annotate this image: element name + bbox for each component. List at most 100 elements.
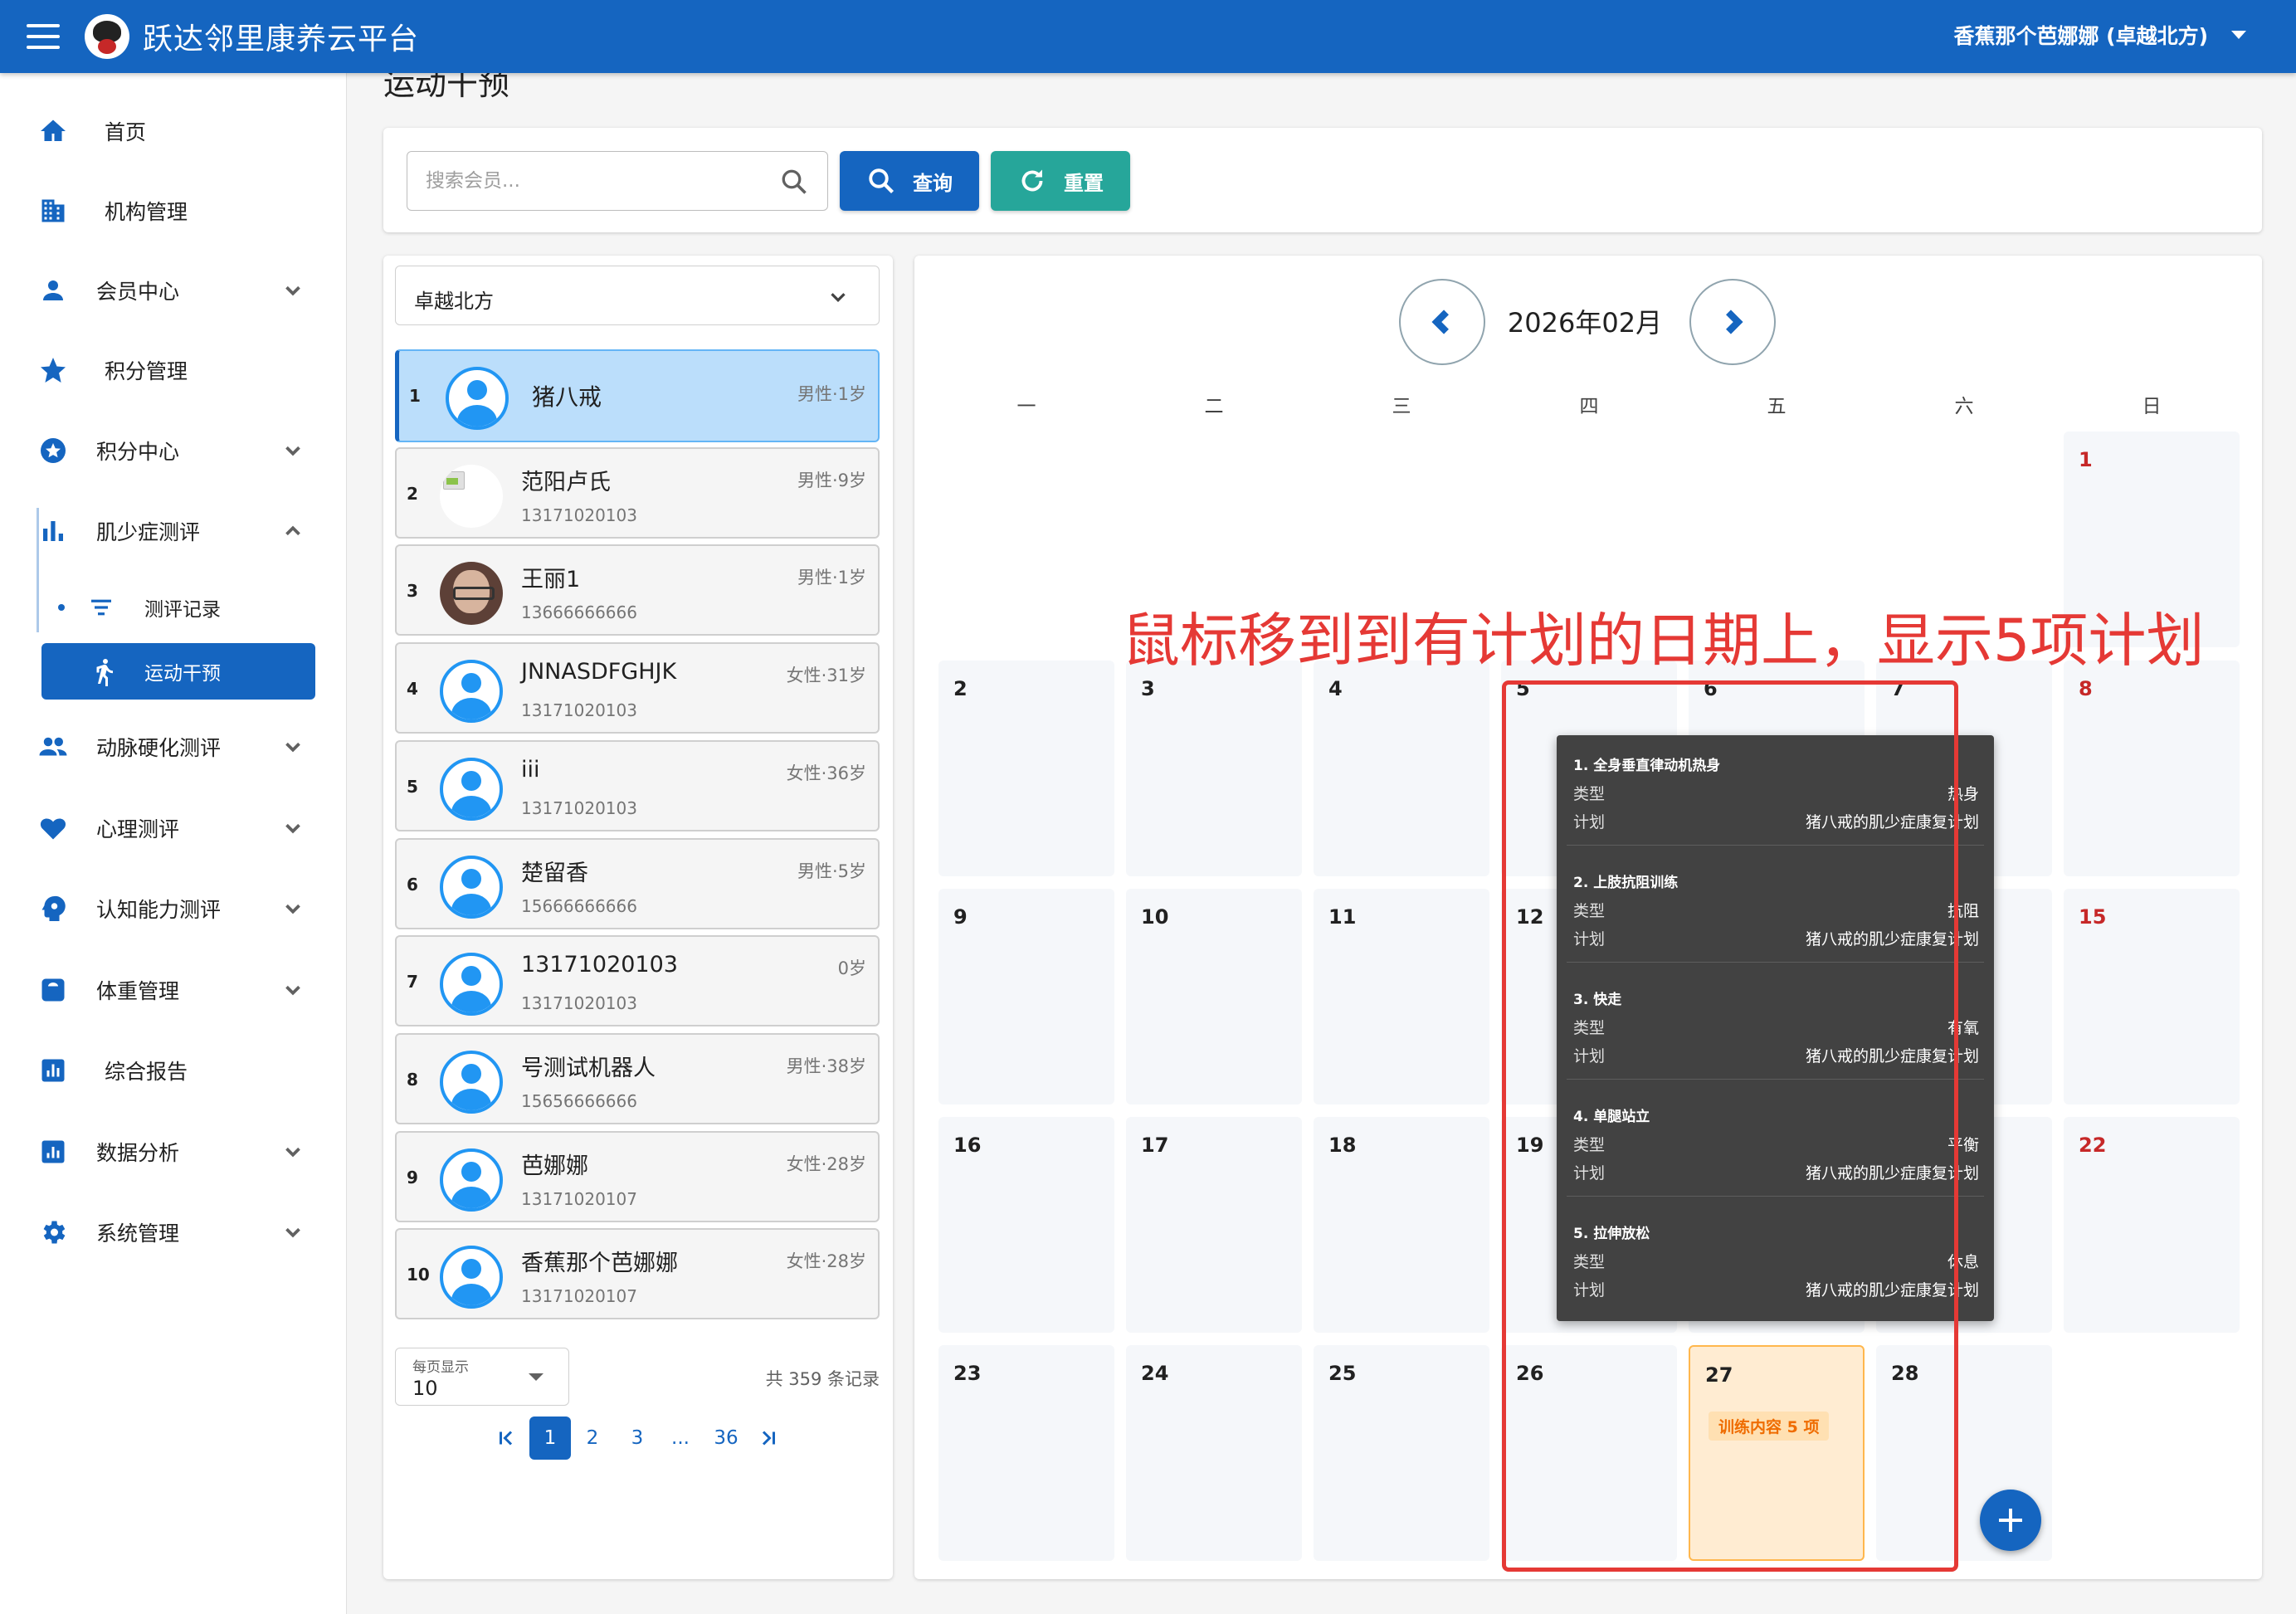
avatar [440, 1148, 503, 1212]
sidebar-item-7[interactable]: 动脉硬化测评 [0, 714, 347, 780]
star-circle-icon [37, 434, 70, 467]
avatar [440, 562, 503, 626]
plan-name-key: 计划 [1573, 1164, 1606, 1182]
sidebar-item-4[interactable]: 积分管理 [0, 337, 347, 403]
chevron-down-icon [280, 278, 305, 303]
page-button[interactable]: 36 [705, 1417, 747, 1460]
bar-chart-icon [37, 514, 70, 548]
submenu-guide-line [37, 508, 39, 632]
member-card[interactable]: 3 王丽1 男性·1岁 13666666666 [395, 544, 880, 636]
calendar-day[interactable]: 17 [1126, 1117, 1302, 1333]
building-icon [37, 194, 70, 227]
member-card[interactable]: 9 芭娜娜 女性·28岁 13171020107 [395, 1130, 880, 1222]
member-card[interactable]: 6 楚留香 男性·5岁 15666666666 [395, 837, 880, 929]
report-icon [37, 1054, 70, 1087]
calendar-day[interactable]: 16 [938, 1117, 1114, 1333]
first-page-button[interactable] [493, 1417, 521, 1460]
sidebar-item-label: 系统管理 [96, 1221, 180, 1246]
calendar-day[interactable]: 10 [1126, 889, 1302, 1104]
search-field[interactable] [407, 151, 828, 211]
sidebar-item-1[interactable]: 首页 [0, 98, 347, 164]
star-icon [37, 354, 70, 387]
plan-item-title: 5. 拉伸放松 [1573, 1226, 1650, 1242]
calendar-day[interactable]: 24 [1126, 1345, 1302, 1561]
sidebar-item-6[interactable]: 肌少症测评 [0, 498, 347, 564]
day-number: 25 [1328, 1362, 1357, 1385]
caret-down-icon [529, 1373, 544, 1381]
calendar-day[interactable]: 3 [1126, 661, 1302, 876]
sidebar-subitem-2[interactable]: 运动干预 [41, 643, 315, 700]
query-button[interactable]: 查询 [840, 151, 979, 211]
sidebar-subitem-1[interactable]: 测评记录 [41, 579, 315, 636]
calendar-day[interactable]: 26 [1501, 1345, 1677, 1561]
prev-month-button[interactable] [1399, 279, 1485, 365]
next-month-button[interactable] [1689, 279, 1776, 365]
add-plan-button[interactable] [1980, 1490, 2041, 1551]
page-button[interactable]: 3 [622, 1417, 652, 1460]
member-gender-age: 男性·5岁 [797, 861, 866, 881]
day-number: 1 [2079, 448, 2093, 471]
refresh-icon [1021, 169, 1043, 192]
sidebar-item-9[interactable]: 认知能力测评 [0, 875, 347, 942]
calendar-day[interactable]: 9 [938, 889, 1114, 1104]
calendar-day[interactable]: 22 [2064, 1117, 2240, 1333]
org-select[interactable]: 卓越北方 [395, 266, 880, 325]
plan-item-title: 4. 单腿站立 [1573, 1109, 1650, 1125]
user-menu[interactable]: 香蕉那个芭娜娜 (卓越北方) [1953, 20, 2246, 50]
member-gender-age: 女性·28岁 [786, 1153, 866, 1174]
member-name: 楚留香 [521, 860, 588, 886]
avatar [440, 953, 503, 1017]
member-card[interactable]: 7 13171020103 0岁 13171020103 [395, 935, 880, 1027]
sidebar-item-2[interactable]: 机构管理 [0, 178, 347, 244]
last-page-button[interactable] [753, 1417, 782, 1460]
member-card[interactable]: 8 号测试机器人 男性·38岁 15656666666 [395, 1032, 880, 1124]
calendar-day[interactable]: 15 [2064, 889, 2240, 1104]
day-number: 7 [1891, 677, 1905, 700]
member-card[interactable]: 10 香蕉那个芭娜娜 女性·28岁 13171020107 [395, 1228, 880, 1320]
weekday-header: 五 [1767, 396, 1787, 417]
per-page-select[interactable]: 每页显示 10 [395, 1348, 569, 1406]
reset-button[interactable]: 重置 [991, 151, 1130, 211]
last-page-icon [762, 1431, 775, 1446]
sidebar-item-11[interactable]: 综合报告 [0, 1037, 347, 1104]
member-card[interactable]: 2 范阳卢氏 男性·9岁 13171020103 [395, 446, 880, 539]
calendar-day[interactable]: 23 [938, 1345, 1114, 1561]
sidebar-item-3[interactable]: 会员中心 [0, 257, 347, 324]
calendar-day[interactable]: 27 训练内容 5 项 [1689, 1345, 1865, 1561]
member-index: 5 [407, 776, 418, 797]
member-index: 9 [407, 1167, 418, 1187]
day-number: 3 [1141, 677, 1155, 700]
calendar-day[interactable]: 11 [1314, 889, 1489, 1104]
member-card[interactable]: 1 猪八戒 男性·1岁 [395, 349, 880, 442]
page-button[interactable]: 2 [578, 1417, 607, 1460]
search-input[interactable] [407, 152, 756, 210]
calendar-day[interactable]: 8 [2064, 661, 2240, 876]
user-name: 香蕉那个芭娜娜 (卓越北方) [1953, 24, 2208, 48]
plan-name-value: 猪八戒的肌少症康复计划 [1805, 930, 1979, 948]
menu-icon[interactable] [27, 24, 60, 49]
member-name: 范阳卢氏 [521, 469, 611, 495]
day-number: 12 [1516, 905, 1544, 929]
sidebar-item-label: 肌少症测评 [96, 520, 201, 544]
plan-name-key: 计划 [1573, 930, 1606, 948]
sidebar-subitem-label: 测评记录 [144, 599, 221, 621]
sidebar-item-10[interactable]: 体重管理 [0, 957, 347, 1023]
total-records: 共 359 条记录 [765, 1369, 880, 1389]
sidebar-item-13[interactable]: 系统管理 [0, 1199, 347, 1265]
calendar-day[interactable]: 25 [1314, 1345, 1489, 1561]
page-button[interactable]: 1 [529, 1417, 571, 1460]
sidebar-item-8[interactable]: 心理测评 [0, 795, 347, 861]
member-card[interactable]: 5 iii 女性·36岁 13171020103 [395, 739, 880, 831]
plan-item-title: 1. 全身垂直律动机热身 [1573, 758, 1721, 774]
avatar [440, 464, 503, 528]
calendar-day[interactable]: 2 [938, 661, 1114, 876]
sidebar-item-5[interactable]: 积分中心 [0, 417, 347, 484]
member-gender-age: 女性·36岁 [786, 763, 866, 783]
calendar-day[interactable]: 4 [1314, 661, 1489, 876]
member-index: 2 [407, 483, 418, 504]
member-card[interactable]: 4 JNNASDFGHJK 女性·31岁 13171020103 [395, 642, 880, 734]
calendar-day[interactable]: 18 [1314, 1117, 1489, 1333]
people-icon [37, 730, 70, 763]
member-phone: 13171020103 [521, 993, 637, 1014]
sidebar-item-12[interactable]: 数据分析 [0, 1119, 347, 1185]
